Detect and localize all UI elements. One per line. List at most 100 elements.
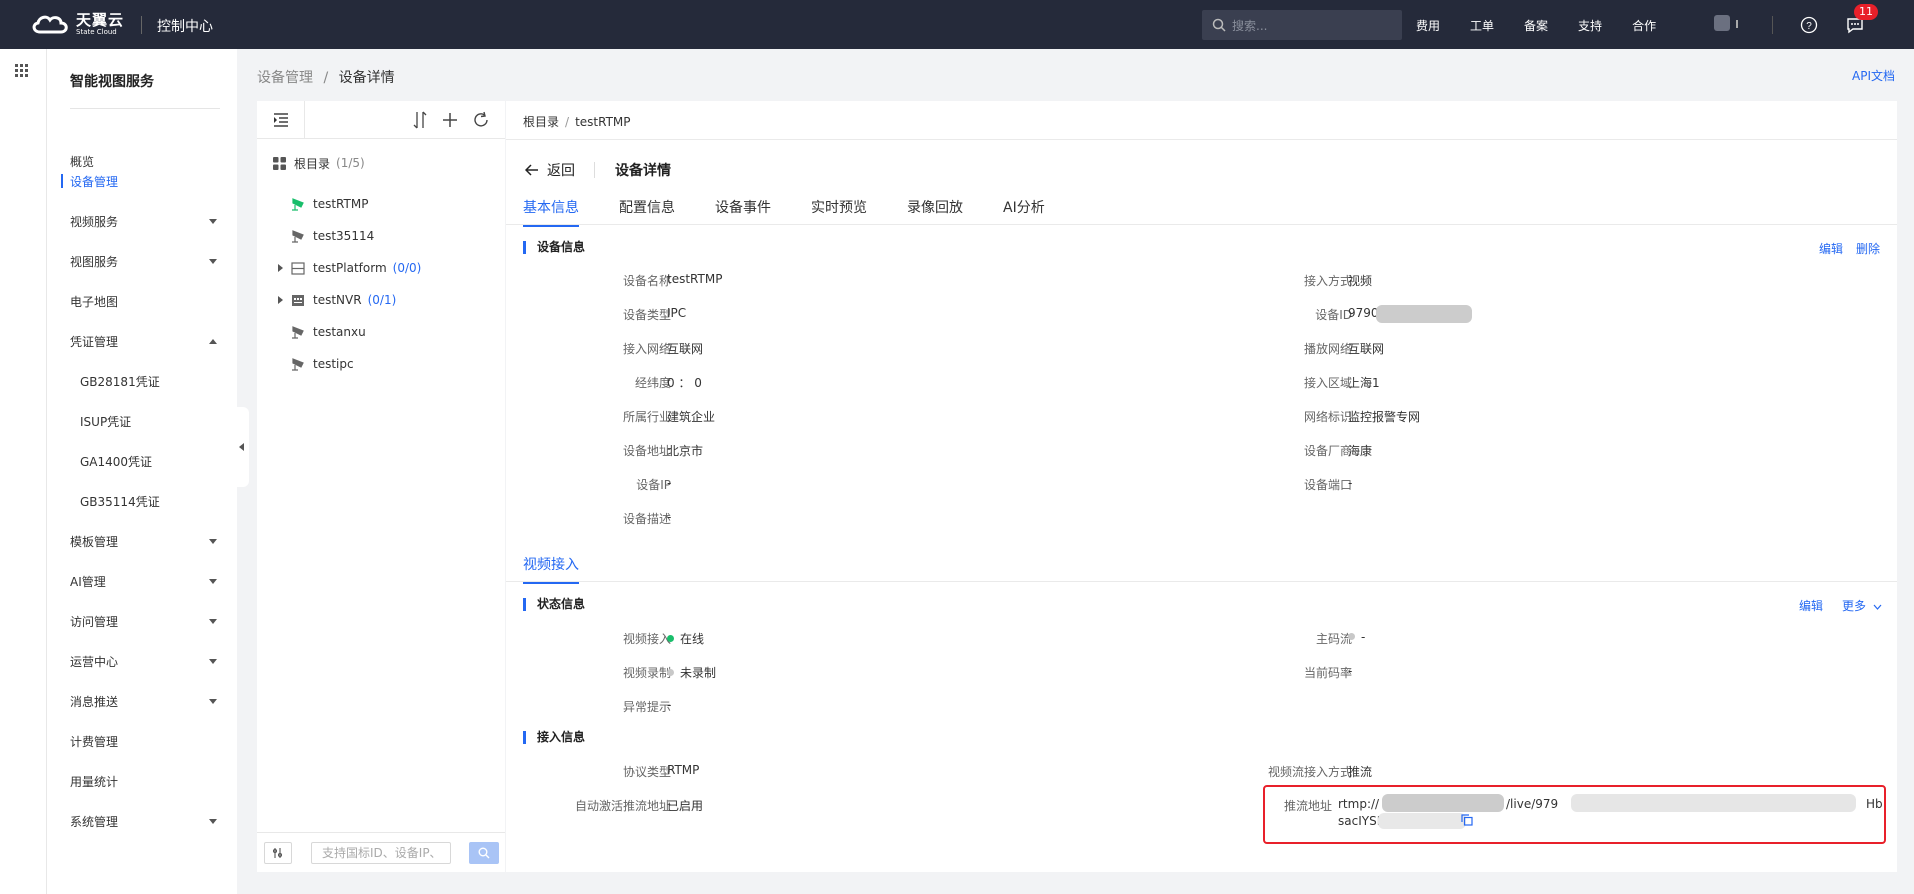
- field-label: 当前码率: [1303, 666, 1352, 680]
- nav-link-filing[interactable]: 备案: [1524, 17, 1548, 34]
- tianyi-cloud-logo[interactable]: 天翼云 State Cloud: [30, 12, 124, 36]
- tab-ai-analysis[interactable]: AI分析: [1003, 197, 1045, 227]
- sort-icon[interactable]: [412, 111, 428, 129]
- field-label: 网络标识: [1303, 410, 1352, 424]
- field-label: 设备地址: [622, 444, 671, 458]
- sidebar-item-device-management[interactable]: 设备管理: [47, 161, 237, 201]
- edit-device-button[interactable]: 编辑: [1819, 240, 1843, 257]
- filter-button[interactable]: [264, 842, 292, 864]
- sidebar-item-isup[interactable]: ISUP凭证: [47, 401, 237, 441]
- online-status-dot: [667, 635, 674, 642]
- section-title-access-info: 接入信息: [523, 731, 585, 744]
- cloud-logo-icon: [32, 15, 68, 34]
- tree-indent-button[interactable]: [257, 101, 305, 139]
- tab-device-events[interactable]: 设备事件: [715, 197, 771, 227]
- nav-link-partner[interactable]: 合作: [1632, 17, 1656, 34]
- sidebar-item-usage[interactable]: 用量统计: [47, 761, 237, 801]
- indent-icon: [273, 113, 288, 127]
- field-value-video-access: 在线: [667, 630, 704, 647]
- tree-node-testanxu[interactable]: testanxu: [257, 316, 505, 348]
- add-icon[interactable]: [442, 111, 458, 129]
- filter-icon: [272, 848, 283, 858]
- expand-arrow-icon[interactable]: [278, 296, 283, 304]
- field-label: 播放网络: [1303, 342, 1352, 356]
- api-doc-link[interactable]: API文档: [1852, 67, 1895, 84]
- tree-node-testipc[interactable]: testipc: [257, 348, 505, 380]
- field-label: 设备厂商: [1303, 444, 1352, 458]
- collapse-arrow-icon: [239, 443, 244, 451]
- redacted-mask: [1376, 305, 1472, 323]
- breadcrumb: 设备管理 / 设备详情: [257, 67, 395, 87]
- detail-crumb-root[interactable]: 根目录: [523, 115, 559, 129]
- more-dropdown[interactable]: 更多: [1842, 597, 1882, 614]
- refresh-icon[interactable]: [472, 111, 490, 129]
- sidebar-item-gb35114[interactable]: GB35114凭证: [47, 481, 237, 521]
- field-label: 经纬度: [634, 376, 671, 390]
- back-label: 返回: [547, 163, 575, 179]
- logo-subtext: State Cloud: [76, 27, 117, 36]
- edit-status-button[interactable]: 编辑: [1799, 597, 1823, 614]
- idle-status-dot: [1348, 633, 1355, 640]
- detail-breadcrumb: 根目录 / testRTMP: [523, 113, 631, 130]
- tree-search-input[interactable]: 支持国标ID、设备IP、: [311, 842, 451, 864]
- video-access-status: 在线: [680, 632, 705, 646]
- directory-grid-icon: [273, 156, 286, 170]
- chevron-down-icon: [1873, 604, 1882, 610]
- field-label: 视频录制: [622, 666, 671, 680]
- chevron-down-icon: [209, 219, 217, 224]
- field-value-access-mode: 视频: [1348, 274, 1373, 288]
- idle-status-dot: [667, 669, 674, 676]
- field-label: 设备描述: [622, 512, 671, 526]
- user-avatar[interactable]: [1714, 15, 1730, 31]
- field-label: 接入方式: [1303, 274, 1352, 288]
- sidebar-item-billing[interactable]: 计费管理: [47, 721, 237, 761]
- recording-status: 未录制: [680, 666, 717, 680]
- field-value-address: 北京市: [667, 444, 704, 458]
- tree-node-test35114[interactable]: test35114: [257, 220, 505, 252]
- nav-link-support[interactable]: 支持: [1578, 17, 1602, 34]
- nav-link-tickets[interactable]: 工单: [1470, 17, 1494, 34]
- tree-node-testnvr[interactable]: testNVR (0/1): [257, 284, 505, 316]
- field-value-network-tag: 监控报警专网: [1348, 410, 1421, 424]
- arrow-left-icon: [525, 164, 538, 176]
- sidebar-item-map[interactable]: 电子地图: [47, 281, 237, 321]
- nvr-icon: [292, 294, 304, 306]
- tab-playback[interactable]: 录像回放: [907, 197, 963, 227]
- camera-online-icon: [292, 197, 304, 211]
- sidebar-item-ga1400[interactable]: GA1400凭证: [47, 441, 237, 481]
- breadcrumb-device-management[interactable]: 设备管理: [257, 70, 313, 86]
- breadcrumb-current: 设备详情: [338, 70, 395, 86]
- tab-live-preview[interactable]: 实时预览: [811, 197, 867, 227]
- tab-video-access[interactable]: 视频接入: [523, 554, 579, 584]
- tree-node-label: testanxu: [313, 325, 366, 339]
- help-icon[interactable]: ?: [1800, 16, 1818, 34]
- nav-link-billing[interactable]: 费用: [1416, 17, 1440, 34]
- console-title[interactable]: 控制中心: [157, 16, 213, 36]
- field-label: 设备名称: [622, 274, 671, 288]
- field-value-access-network: 互联网: [667, 342, 704, 356]
- divider: [1772, 16, 1773, 34]
- detail-crumb-device: testRTMP: [575, 115, 631, 129]
- field-label: 视频接入: [622, 632, 671, 646]
- field-value-main-stream: -: [1348, 630, 1365, 644]
- tree-node-label: testipc: [313, 357, 354, 371]
- tab-config-info[interactable]: 配置信息: [619, 197, 675, 227]
- back-button[interactable]: 返回: [525, 160, 575, 180]
- apps-grid-icon[interactable]: [15, 64, 29, 78]
- chevron-down-icon: [209, 659, 217, 664]
- push-url-highlight-box: [1263, 785, 1886, 844]
- tree-node-testrtmp[interactable]: testRTMP: [257, 188, 505, 220]
- tree-search-button[interactable]: [469, 842, 499, 864]
- sidebar-item-gb28181[interactable]: GB28181凭证: [47, 361, 237, 401]
- expand-arrow-icon[interactable]: [278, 264, 283, 272]
- tree-node-testplatform[interactable]: testPlatform (0/0): [257, 252, 505, 284]
- tree-root[interactable]: 根目录 (1/5): [257, 147, 505, 179]
- divider: [506, 139, 1897, 140]
- field-value-region: 上海1: [1348, 376, 1380, 390]
- delete-device-button[interactable]: 删除: [1856, 240, 1880, 257]
- sidebar-collapse-button[interactable]: [237, 407, 249, 487]
- field-value-coordinates: 0 ： 0: [667, 376, 702, 390]
- global-search-input[interactable]: 搜索...: [1202, 10, 1402, 40]
- chevron-down-icon: [209, 699, 217, 704]
- tab-basic-info[interactable]: 基本信息: [523, 197, 579, 227]
